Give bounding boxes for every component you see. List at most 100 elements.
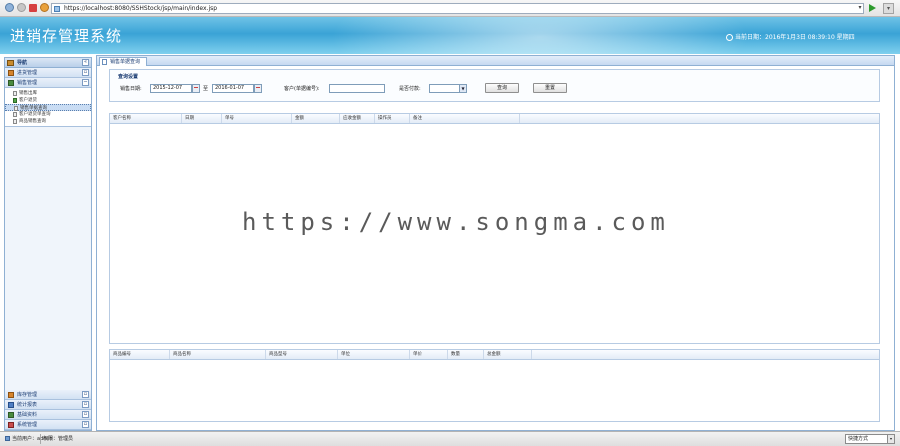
document-icon bbox=[13, 119, 17, 124]
sales-detail-grid: 商品编号 商品名称 商品型号 单位 单价 数量 总金额 bbox=[109, 349, 880, 422]
watermark: https://www.songma.com bbox=[242, 208, 670, 236]
tools-menu-icon[interactable]: ▾ bbox=[883, 3, 894, 14]
column-header[interactable]: 备注 bbox=[410, 114, 520, 123]
menu-group-label: 系统管理 bbox=[17, 422, 38, 428]
tab-bar: 销售单据查询 bbox=[97, 56, 894, 66]
expand-icon[interactable]: ▫ bbox=[82, 401, 89, 408]
menu-group-label: 基础资料 bbox=[17, 412, 38, 418]
header-decoration bbox=[330, 17, 750, 54]
menu-group-basic-data[interactable]: 基础资料 ▫ bbox=[5, 410, 91, 420]
sidebar-item-label: 商品销售查询 bbox=[19, 119, 46, 124]
refresh-icon[interactable] bbox=[40, 3, 49, 12]
status-divider bbox=[40, 434, 41, 444]
column-header[interactable]: 商品型号 bbox=[266, 350, 338, 359]
sidebar-item-return-order-query[interactable]: 客户退货单查询 bbox=[5, 111, 91, 118]
sidebar-header: 导航 « bbox=[5, 58, 91, 68]
main-panel: 销售单据查询 查询设置 销售日期: 2015-12-07 至 2016-01-0… bbox=[96, 55, 895, 431]
search-button[interactable]: 查询 bbox=[485, 83, 519, 93]
chevron-down-icon[interactable]: ▾ bbox=[887, 435, 894, 443]
system-icon bbox=[8, 422, 14, 428]
column-header[interactable]: 单价 bbox=[410, 350, 448, 359]
menu-group-reports[interactable]: 统计报表 ▫ bbox=[5, 400, 91, 410]
shortcut-select-value: 快捷方式 bbox=[848, 436, 869, 442]
tab-sales-order-query[interactable]: 销售单据查询 bbox=[99, 57, 148, 66]
menu-group-sales[interactable]: 销售管理 − bbox=[5, 78, 91, 88]
sidebar-item-sales-order-query[interactable]: 销售单据查询 bbox=[5, 104, 91, 111]
address-text[interactable]: https://localhost:8080/SSHStock/jsp/main… bbox=[64, 5, 217, 13]
payment-status-label: 是否付款: bbox=[399, 86, 421, 92]
basic-data-icon bbox=[8, 412, 14, 418]
calendar-icon[interactable] bbox=[254, 84, 262, 93]
sidebar-item-sales-outbound[interactable]: 销售出库 bbox=[5, 90, 91, 97]
customer-input[interactable] bbox=[329, 84, 385, 93]
column-header[interactable]: 商品名称 bbox=[170, 350, 266, 359]
user-role: 权限：管理员 bbox=[43, 436, 74, 442]
column-header[interactable]: 客户名称 bbox=[110, 114, 182, 123]
date-separator: 至 bbox=[203, 86, 209, 92]
column-header[interactable]: 金额 bbox=[292, 114, 340, 123]
stop-icon[interactable] bbox=[29, 4, 37, 12]
navigation-icon bbox=[7, 60, 14, 66]
browser-toolbar: https://localhost:8080/SSHStock/jsp/main… bbox=[0, 0, 900, 17]
sales-date-label: 销售日期: bbox=[120, 86, 142, 92]
sidebar-item-customer-return[interactable]: 客户退货 bbox=[5, 97, 91, 104]
document-icon bbox=[13, 91, 17, 96]
clock-icon bbox=[726, 34, 733, 41]
sidebar-item-label: 客户退货 bbox=[19, 98, 37, 103]
tab-label: 销售单据查询 bbox=[110, 59, 141, 65]
app-title: 进销存管理系统 bbox=[10, 27, 123, 45]
column-header[interactable]: 数量 bbox=[448, 350, 484, 359]
sidebar-item-label: 客户退货单查询 bbox=[19, 112, 51, 117]
column-header[interactable]: 单号 bbox=[222, 114, 292, 123]
sales-icon bbox=[8, 80, 14, 86]
date-from-input[interactable]: 2015-12-07 bbox=[150, 84, 192, 93]
payment-status-select[interactable]: ▼ bbox=[429, 84, 467, 93]
column-header[interactable]: 单位 bbox=[338, 350, 410, 359]
menu-group-purchase[interactable]: 进货管理 ▫ bbox=[5, 68, 91, 78]
sidebar-title: 导航 bbox=[17, 60, 28, 66]
back-icon[interactable] bbox=[5, 3, 14, 12]
user-icon bbox=[5, 436, 10, 441]
address-bar[interactable]: https://localhost:8080/SSHStock/jsp/main… bbox=[51, 3, 864, 14]
sales-submenu: 销售出库 客户退货 销售单据查询 客户退货单查询 商品销售查询 bbox=[5, 88, 91, 127]
sidebar-item-product-sales-query[interactable]: 商品销售查询 bbox=[5, 118, 91, 125]
page-favicon-icon bbox=[54, 6, 60, 12]
sidebar: 导航 « 进货管理 ▫ 销售管理 − 销售出库 客户退货 销售单据查询 客户退货… bbox=[4, 57, 92, 431]
column-header[interactable]: 总金额 bbox=[484, 350, 532, 359]
menu-group-label: 进货管理 bbox=[17, 70, 38, 76]
customer-label: 客户(单据编号): bbox=[284, 86, 320, 92]
expand-icon[interactable]: ▫ bbox=[82, 411, 89, 418]
column-header[interactable]: 日期 bbox=[182, 114, 222, 123]
page-icon bbox=[102, 59, 107, 65]
menu-group-label: 统计报表 bbox=[17, 402, 38, 408]
column-header[interactable]: 操作员 bbox=[375, 114, 410, 123]
document-icon bbox=[13, 112, 17, 117]
chevron-down-icon[interactable]: ▼ bbox=[459, 85, 466, 92]
query-legend: 查询设置 bbox=[118, 74, 139, 80]
reset-button[interactable]: 重置 bbox=[533, 83, 567, 93]
column-header[interactable]: 商品编号 bbox=[110, 350, 170, 359]
shortcut-select[interactable]: 快捷方式 ▾ bbox=[845, 434, 895, 444]
sidebar-bottom-groups: 库存管理 ▫ 统计报表 ▫ 基础资料 ▫ 系统管理 ▫ bbox=[5, 390, 91, 430]
expand-icon[interactable]: ▫ bbox=[82, 69, 89, 76]
calendar-icon[interactable] bbox=[192, 84, 200, 93]
date-to-input[interactable]: 2016-01-07 bbox=[212, 84, 254, 93]
menu-group-label: 销售管理 bbox=[17, 80, 38, 86]
grid-header: 商品编号 商品名称 商品型号 单位 单价 数量 总金额 bbox=[110, 350, 879, 360]
go-icon[interactable] bbox=[869, 4, 876, 12]
expand-icon[interactable]: ▫ bbox=[82, 421, 89, 428]
forward-icon[interactable] bbox=[17, 3, 26, 12]
collapse-sidebar-icon[interactable]: « bbox=[82, 59, 89, 66]
query-settings: 查询设置 销售日期: 2015-12-07 至 2016-01-07 客户(单据… bbox=[109, 69, 880, 102]
address-dropdown-icon[interactable]: ▾ bbox=[856, 3, 864, 14]
app-header: 进销存管理系统 当前日期：2016年1月3日 08:39:10 星期四 bbox=[0, 17, 900, 54]
status-bar: 当前用户：admin 权限：管理员 快捷方式 ▾ bbox=[0, 431, 900, 446]
menu-group-system[interactable]: 系统管理 ▫ bbox=[5, 420, 91, 430]
return-icon bbox=[13, 98, 17, 103]
column-header[interactable]: 应收金额 bbox=[340, 114, 375, 123]
menu-group-inventory[interactable]: 库存管理 ▫ bbox=[5, 390, 91, 400]
expand-icon[interactable]: ▫ bbox=[82, 391, 89, 398]
current-date: 当前日期：2016年1月3日 08:39:10 星期四 bbox=[726, 32, 855, 41]
collapse-icon[interactable]: − bbox=[82, 79, 89, 86]
menu-group-label: 库存管理 bbox=[17, 392, 38, 398]
